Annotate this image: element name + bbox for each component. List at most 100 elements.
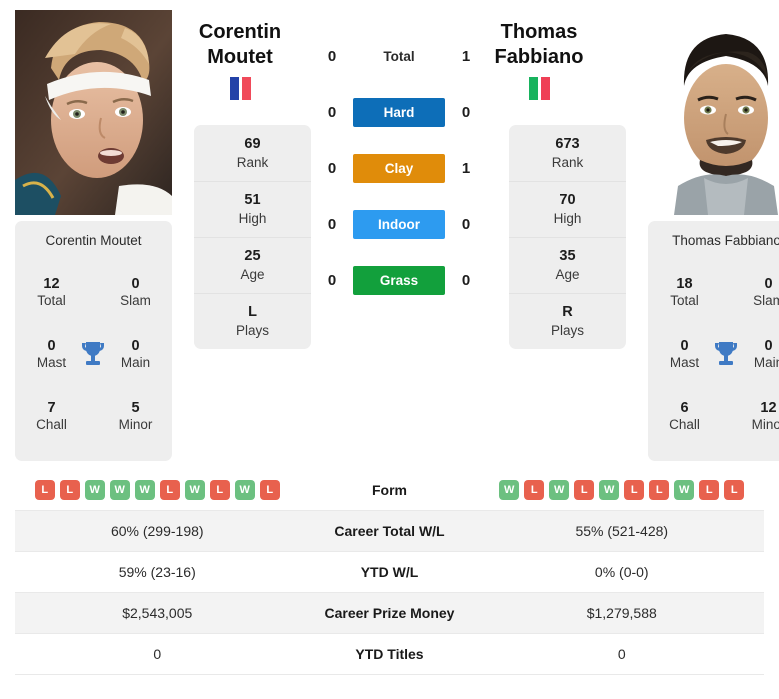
form-badge: W [599, 480, 620, 500]
left-titles-chall-label: Chall [36, 416, 67, 432]
left-titles-grid: 12 Total 0 Slam 0 Mast 0 Main 7 Chall 5 … [25, 262, 162, 447]
player-comparison-page: Corentin Moutet 12 Total 0 Slam 0 Mast 0… [0, 0, 779, 675]
surface-badge-hard[interactable]: Hard [353, 97, 445, 127]
table-row-form: LLWWWLWLWL Form WLWLWLLWLL [15, 470, 764, 511]
right-player-photo [648, 10, 779, 215]
form-badge: L [209, 480, 230, 500]
right-titles-slam: 0 Slam [742, 275, 779, 310]
left-titles-minor: 5 Minor [109, 399, 162, 434]
right-form-cell: WLWLWLLWLL [480, 480, 765, 500]
form-badge: W [674, 480, 695, 500]
right-titles-mast-value: 0 [680, 337, 689, 354]
right-player-block: Thomas Fabbiano 18 Total 0 Slam 0 Mast 0… [648, 10, 779, 461]
left-titles-mast: 0 Mast [25, 337, 78, 372]
left-titles-mast-label: Mast [36, 355, 67, 371]
right-titles-row-3: 6 Chall 12 Minor [658, 399, 779, 434]
left-ytd-wl: 59% (23-16) [118, 564, 196, 580]
h2h-total-right-score: 1 [461, 47, 471, 65]
right-stat-rank-value: 673 [555, 135, 580, 152]
right-titles-row-2: 0 Mast 0 Mai [658, 337, 779, 372]
table-label-career-prize-money: Career Prize Money [324, 605, 455, 621]
h2h-clay-right-score: 1 [461, 159, 471, 177]
left-titles-chall: 7 Chall [25, 399, 78, 434]
left-titles-chall-value: 7 [47, 399, 56, 416]
left-titles-total: 12 Total [25, 275, 78, 310]
left-career-prize-money: $2,543,005 [122, 605, 193, 621]
surface-badge-clay[interactable]: Clay [353, 153, 445, 183]
h2h-indoor-left-score: 0 [327, 215, 337, 233]
left-titles-row-1: 12 Total 0 Slam [25, 275, 162, 310]
right-stat-plays-label: Plays [550, 323, 584, 339]
right-titles-slam-value: 0 [764, 276, 773, 293]
h2h-row-total: 0 Total 1 [311, 28, 487, 84]
right-titles-main-label: Main [753, 355, 779, 371]
left-titles-slam-value: 0 [131, 276, 140, 293]
right-stat-age-value: 35 [559, 248, 576, 265]
form-badge: L [624, 480, 645, 500]
left-titles-main: 0 Main [109, 337, 162, 372]
form-badge: L [724, 480, 745, 500]
comparison-top-section: Corentin Moutet 12 Total 0 Slam 0 Mast 0… [0, 0, 779, 470]
left-stat-plays-label: Plays [235, 323, 269, 339]
right-stat-high: 70 High [509, 181, 626, 237]
right-titles-minor-value: 12 [760, 399, 777, 416]
right-stat-high-label: High [553, 211, 582, 227]
head-to-head-column: 0 Total 1 0 Hard 0 0 Clay 1 0 Indoor 0 0 [311, 10, 487, 308]
h2h-hard-right-score: 0 [461, 103, 471, 121]
table-label-career-total-wl: Career Total W/L [334, 523, 445, 539]
table-label-ytd-titles: YTD Titles [355, 646, 424, 662]
left-stat-high-value: 51 [244, 192, 261, 209]
right-titles-main-value: 0 [764, 337, 773, 354]
h2h-total-left-score: 0 [327, 47, 337, 65]
left-stat-age-value: 25 [244, 248, 261, 265]
left-stat-column: 69 Rank 51 High 25 Age L Plays [194, 125, 311, 349]
surface-badge-indoor[interactable]: Indoor [353, 209, 445, 239]
right-titles-player-name: Thomas Fabbiano [672, 233, 779, 248]
thomas-fabbiano-photo [648, 10, 779, 215]
left-career-total-wl: 60% (299-198) [110, 523, 204, 539]
surface-badge-grass[interactable]: Grass [353, 265, 445, 295]
h2h-hard-left-score: 0 [327, 103, 337, 121]
right-ytd-titles: 0 [617, 646, 626, 662]
form-badge: L [259, 480, 280, 500]
right-stat-rank-label: Rank [551, 154, 584, 170]
form-badge: L [699, 480, 720, 500]
right-titles-mast-label: Mast [669, 355, 700, 371]
left-stat-plays: L Plays [194, 293, 311, 349]
left-titles-card: Corentin Moutet 12 Total 0 Slam 0 Mast 0… [15, 221, 172, 461]
left-stat-rank: 69 Rank [194, 125, 311, 181]
table-row-ytd-titles: 0 YTD Titles 0 [15, 634, 764, 675]
right-titles-main: 0 Main [742, 337, 779, 372]
left-titles-minor-value: 5 [131, 399, 140, 416]
left-stat-rank-label: Rank [236, 154, 269, 170]
left-titles-row-3: 7 Chall 5 Minor [25, 399, 162, 434]
left-stat-high-label: High [238, 211, 267, 227]
left-ytd-titles: 0 [153, 646, 162, 662]
table-label-form: Form [372, 482, 407, 498]
form-badge: W [549, 480, 570, 500]
right-titles-chall-value: 6 [680, 399, 689, 416]
left-stat-high: 51 High [194, 181, 311, 237]
left-titles-minor-label: Minor [118, 416, 153, 432]
table-row-career-prize-money: $2,543,005 Career Prize Money $1,279,588 [15, 593, 764, 634]
left-stat-age: 25 Age [194, 237, 311, 293]
right-titles-mast: 0 Mast [658, 337, 711, 372]
left-titles-main-value: 0 [131, 337, 140, 354]
corentin-moutet-photo [15, 10, 172, 215]
table-row-career-total-wl: 60% (299-198) Career Total W/L 55% (521-… [15, 511, 764, 552]
h2h-row-clay: 0 Clay 1 [311, 140, 487, 196]
right-titles-total-value: 18 [676, 276, 693, 293]
right-titles-total-label: Total [670, 293, 699, 309]
table-label-ytd-wl: YTD W/L [360, 564, 419, 580]
right-titles-chall-label: Chall [669, 416, 700, 432]
left-form-cell: LLWWWLWLWL [15, 480, 300, 500]
left-titles-slam-label: Slam [120, 293, 151, 309]
form-badge: W [109, 480, 130, 500]
right-titles-total: 18 Total [658, 275, 711, 310]
left-stat-plays-value: L [248, 304, 257, 321]
form-badge: W [84, 480, 105, 500]
trophy-icon-right-svg [715, 342, 738, 366]
right-stat-column: 673 Rank 70 High 35 Age R Plays [509, 125, 626, 349]
right-stat-plays: R Plays [509, 293, 626, 349]
right-titles-grid: 18 Total 0 Slam 0 Mast 0 Mai 6 Chall 12 … [658, 262, 779, 447]
